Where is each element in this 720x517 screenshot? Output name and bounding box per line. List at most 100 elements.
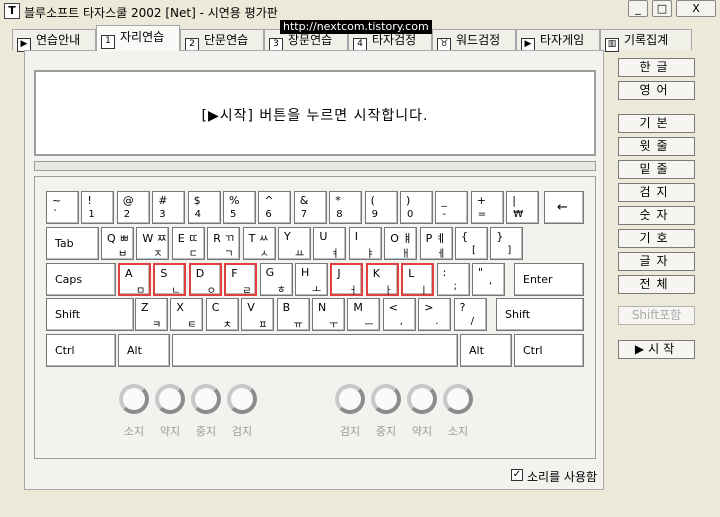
key[interactable]: * 8 — [329, 191, 363, 224]
shift-include-button[interactable]: Shift포함 — [618, 306, 695, 325]
key[interactable]: $4 — [187, 191, 221, 224]
key-bottom-label: 9 — [371, 209, 378, 220]
key[interactable]: (9 — [364, 191, 398, 224]
key-bottom-label: ㅑ — [365, 249, 375, 260]
key-ctrl[interactable]: Ctrl — [514, 334, 584, 367]
key[interactable]: @2 — [116, 191, 150, 224]
key-shift[interactable]: Shift — [496, 298, 584, 331]
start-button[interactable]: ▶시작 — [618, 340, 695, 359]
key-caps[interactable]: Caps — [46, 263, 116, 296]
key[interactable]: O ㅒㅐ — [384, 227, 418, 260]
english-button[interactable]: 영어 — [618, 81, 695, 100]
key[interactable]: E ㄸㄷ — [171, 227, 205, 260]
key[interactable]: Gㅎ — [259, 263, 293, 296]
key[interactable]: }] — [490, 227, 524, 260]
key[interactable]: % 5 — [223, 191, 256, 224]
key[interactable]: Sㄴ — [153, 263, 187, 297]
key[interactable]: Cㅊ — [205, 298, 239, 331]
key-bottom-label: 0 — [407, 209, 414, 220]
key[interactable]: #3 — [152, 191, 186, 224]
key-shift[interactable]: Shift — [46, 298, 134, 331]
close-button[interactable]: X — [676, 0, 716, 17]
key[interactable]: Kㅏ — [365, 263, 399, 297]
index-finger-button[interactable]: 검지 — [618, 183, 695, 202]
tab-word-test[interactable]: ♉ 워드검정 — [432, 29, 516, 52]
key-top-label: ! — [87, 194, 92, 207]
symbol-button[interactable]: 기호 — [618, 229, 695, 248]
key-alt[interactable]: Alt — [460, 334, 512, 367]
number-button[interactable]: 숫자 — [618, 206, 695, 225]
key[interactable]: T ㅆㅅ — [242, 227, 276, 260]
lower-row-button[interactable]: 밑줄 — [618, 160, 695, 179]
key[interactable]: Lㅣ — [401, 263, 435, 297]
key-label: Shift — [55, 308, 81, 321]
key[interactable]: Yㅛ — [278, 227, 311, 260]
basic-row-button[interactable]: 기본 — [618, 114, 695, 133]
key-bottom-label: ㄴ — [171, 286, 181, 297]
letter-button[interactable]: 글자 — [618, 252, 695, 271]
key-label: Ctrl — [55, 344, 75, 357]
key[interactable]: :; — [436, 263, 470, 296]
key[interactable]: ) 0 — [400, 191, 433, 224]
key[interactable]: <, — [382, 298, 416, 331]
key[interactable]: & 7 — [293, 191, 327, 224]
key[interactable]: Hㅗ — [295, 263, 328, 296]
key[interactable]: ? / — [453, 298, 487, 331]
upper-row-button[interactable]: 윗줄 — [618, 137, 695, 156]
key[interactable]: W ㅉㅈ — [136, 227, 170, 260]
key-bottom-label: 5 — [230, 209, 237, 220]
key[interactable]: Aㅁ — [118, 263, 151, 297]
sound-checkbox[interactable]: ✓ — [511, 469, 523, 481]
key[interactable]: {[ — [455, 227, 488, 260]
minimize-button[interactable]: _ — [628, 0, 648, 17]
key[interactable]: ! 1 — [81, 191, 115, 224]
key-bottom-label: 6 — [265, 209, 272, 220]
key-top-label: % — [229, 194, 240, 207]
key-space[interactable] — [172, 334, 458, 367]
key[interactable]: >. — [418, 298, 452, 331]
key-bottom-label: ㅏ — [383, 286, 393, 297]
key-top-label: : — [442, 266, 447, 279]
key-enter[interactable]: Enter — [514, 263, 584, 296]
key[interactable]: R ㄲㄱ — [207, 227, 241, 260]
key-bottom-label: 4 — [194, 209, 201, 220]
key-top-label: " — [478, 266, 484, 279]
all-keys-button[interactable]: 전체 — [618, 275, 695, 294]
tab-practice-guide[interactable]: ▶ 연습안내 — [12, 29, 96, 52]
tab-short-sentence[interactable]: 2 단문연습 — [180, 29, 264, 52]
key[interactable]: Xㅌ — [170, 298, 204, 331]
key[interactable]: Bㅠ — [276, 298, 310, 331]
tab-position-practice[interactable]: 1 자리연습 — [96, 25, 180, 51]
key[interactable]: Fㄹ — [224, 263, 258, 297]
key[interactable]: Q ㅃㅂ — [101, 227, 134, 260]
key[interactable]: Zㅋ — [135, 298, 168, 331]
tab-records[interactable]: ▥ 기록집계 — [600, 29, 692, 52]
key-top-label: _ — [441, 194, 447, 207]
key[interactable]: Jㅓ — [330, 263, 364, 297]
key[interactable]: | ₩ — [506, 191, 540, 224]
key[interactable]: P ㅖㅔ — [419, 227, 453, 260]
key-backspace[interactable]: ← — [544, 191, 584, 224]
key-top-label: $ — [193, 194, 201, 207]
key-bottom-label: ` — [53, 209, 58, 220]
key[interactable]: ^ 6 — [258, 191, 292, 224]
hangul-button[interactable]: 한글 — [618, 58, 695, 77]
key-tab[interactable]: Tab — [46, 227, 99, 260]
key-alt[interactable]: Alt — [118, 334, 170, 367]
key[interactable]: Dㅇ — [188, 263, 222, 297]
key[interactable]: Mㅡ — [347, 298, 381, 331]
tab-typing-game[interactable]: ▶ 타자게임 — [516, 29, 600, 52]
key[interactable]: Nㅜ — [312, 298, 345, 331]
key[interactable]: + = — [470, 191, 504, 224]
key[interactable]: Iㅑ — [348, 227, 382, 260]
key-ctrl[interactable]: Ctrl — [46, 334, 116, 367]
maximize-button[interactable]: □ — [652, 0, 672, 17]
key[interactable]: ~ ` — [46, 191, 79, 224]
key[interactable]: Uㅕ — [313, 227, 347, 260]
key[interactable]: Vㅍ — [241, 298, 275, 331]
right-finger-label: 중지 — [375, 425, 397, 438]
key[interactable]: _ - — [435, 191, 469, 224]
key-top-label: A — [125, 267, 133, 280]
tab-label: 연습안내 — [36, 33, 81, 47]
key[interactable]: " ' — [472, 263, 505, 296]
